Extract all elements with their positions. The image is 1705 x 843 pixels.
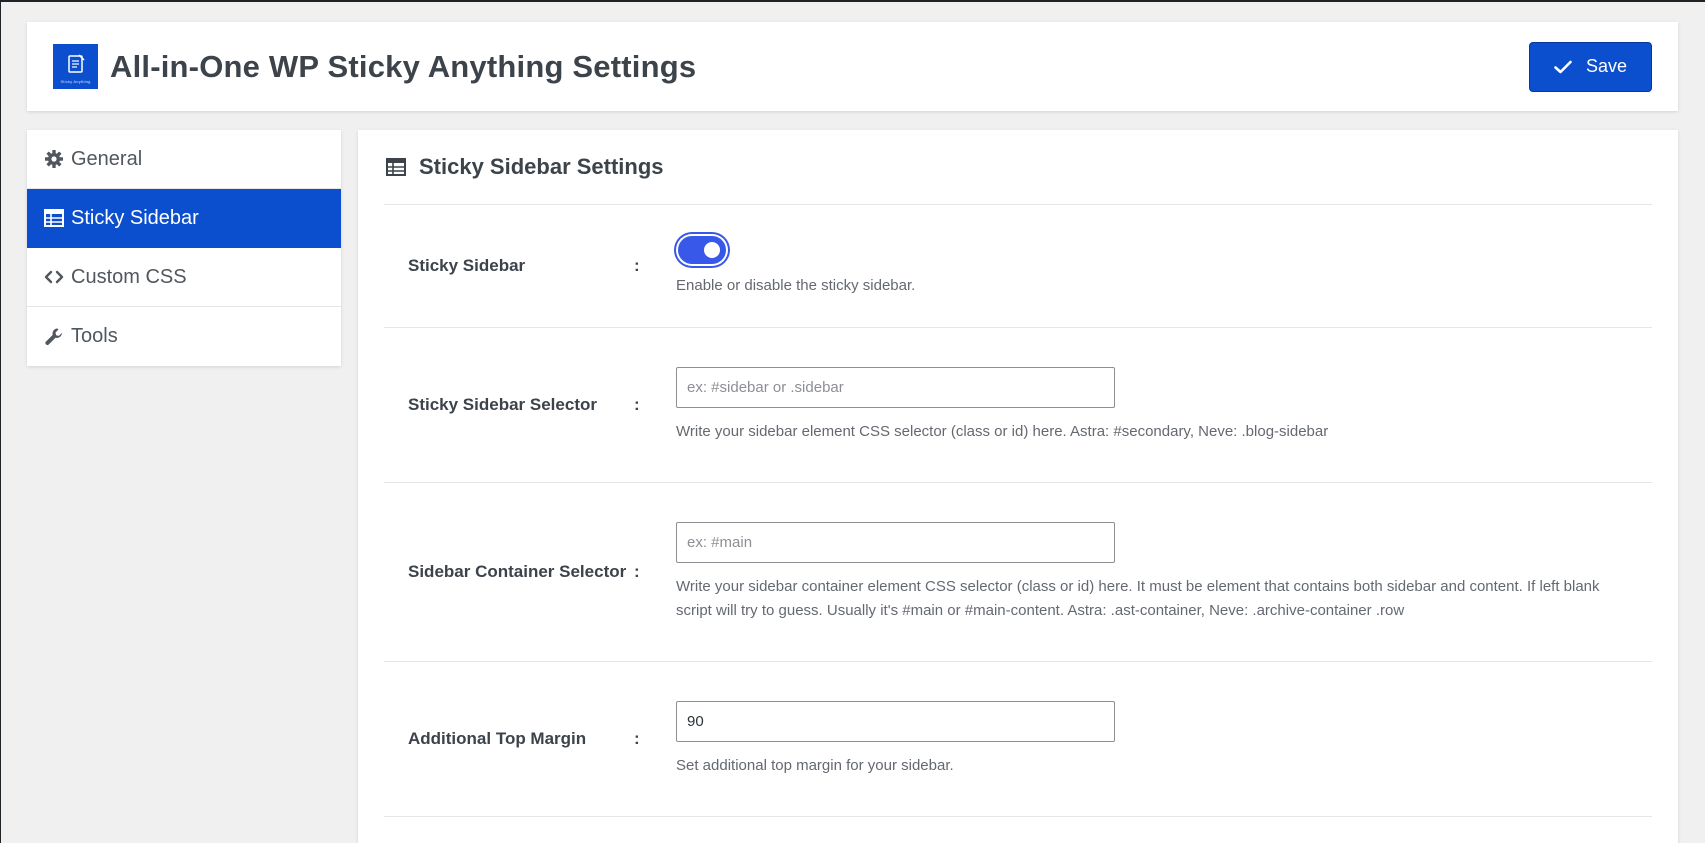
sidebar-item-custom-css[interactable]: Custom CSS bbox=[27, 248, 341, 307]
sidebar-item-general[interactable]: General bbox=[27, 130, 341, 189]
settings-nav: General Sticky Sidebar Custom CSS Tools bbox=[27, 130, 341, 366]
container-selector-input[interactable] bbox=[676, 521, 1115, 563]
setting-row-top-margin: Additional Top Margin : Set additional t… bbox=[384, 662, 1652, 817]
table-icon bbox=[386, 156, 408, 178]
sidebar-item-label: Sticky Sidebar bbox=[71, 206, 199, 229]
sidebar-selector-input[interactable] bbox=[676, 366, 1115, 408]
code-icon bbox=[43, 266, 65, 288]
sidebar-item-label: General bbox=[71, 147, 143, 170]
top-margin-input[interactable] bbox=[676, 700, 1115, 742]
label-colon: : bbox=[634, 395, 640, 414]
check-icon bbox=[1554, 60, 1572, 73]
setting-description: Enable or disable the sticky sidebar. bbox=[676, 277, 916, 294]
toggle-knob bbox=[704, 242, 720, 258]
setting-label: Sticky Sidebar Selector bbox=[408, 395, 597, 414]
settings-panel: Sticky Sidebar Settings Sticky Sidebar :… bbox=[358, 130, 1678, 843]
setting-row-sticky-sidebar: Sticky Sidebar : Enable or disable the s… bbox=[384, 205, 1652, 328]
sidebar-item-sticky-sidebar[interactable]: Sticky Sidebar bbox=[27, 189, 341, 248]
sticky-sidebar-toggle[interactable] bbox=[678, 236, 726, 264]
label-colon: : bbox=[634, 562, 640, 581]
section-header: Sticky Sidebar Settings bbox=[384, 130, 1652, 205]
page-title: All-in-One WP Sticky Anything Settings bbox=[110, 48, 697, 84]
sidebar-item-tools[interactable]: Tools bbox=[27, 307, 341, 366]
setting-label: Sidebar Container Selector bbox=[408, 562, 627, 581]
setting-description: Set additional top margin for your sideb… bbox=[676, 756, 954, 774]
sidebar-item-label: Custom CSS bbox=[71, 265, 187, 288]
save-button-label: Save bbox=[1585, 56, 1628, 76]
gear-icon bbox=[43, 148, 65, 170]
save-button[interactable]: Save bbox=[1529, 41, 1652, 92]
setting-description: Write your sidebar container element CSS… bbox=[676, 577, 1600, 619]
setting-label: Additional Top Margin bbox=[408, 729, 587, 748]
header-bar: Sticky Anything All-in-One WP Sticky Any… bbox=[27, 22, 1678, 111]
wrench-icon bbox=[43, 326, 65, 348]
setting-row-sidebar-selector: Sticky Sidebar Selector : Write your sid… bbox=[384, 328, 1652, 483]
label-colon: : bbox=[634, 256, 640, 275]
setting-description: Write your sidebar element CSS selector … bbox=[676, 422, 1329, 440]
setting-label: Sticky Sidebar bbox=[408, 256, 526, 275]
table-icon bbox=[43, 207, 65, 229]
setting-row-container-selector: Sidebar Container Selector : Write your … bbox=[384, 483, 1652, 662]
section-title: Sticky Sidebar Settings bbox=[419, 154, 664, 179]
notepad-icon bbox=[67, 53, 85, 73]
label-colon: : bbox=[634, 729, 640, 748]
app-logo: Sticky Anything bbox=[53, 44, 98, 89]
logo-text: Sticky Anything bbox=[60, 79, 91, 84]
sidebar-item-label: Tools bbox=[71, 325, 118, 347]
